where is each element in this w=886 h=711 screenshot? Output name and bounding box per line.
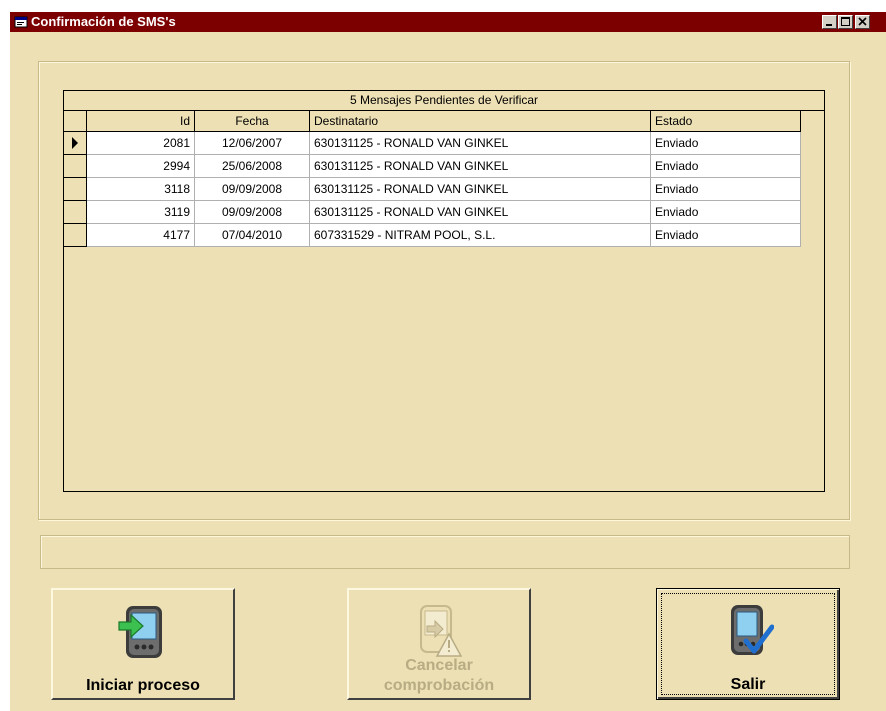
cell-id: 4177 bbox=[87, 224, 195, 247]
header-row-selector bbox=[64, 111, 87, 132]
grid-caption: 5 Mensajes Pendientes de Verificar bbox=[64, 91, 824, 111]
row-selector[interactable] bbox=[64, 224, 87, 247]
close-icon bbox=[858, 17, 867, 26]
maximize-button[interactable] bbox=[838, 15, 853, 29]
column-header-destinatario[interactable]: Destinatario bbox=[310, 111, 651, 132]
minimize-button[interactable] bbox=[822, 15, 837, 29]
cell-fecha: 09/09/2008 bbox=[195, 201, 310, 224]
row-pointer-icon bbox=[72, 137, 78, 149]
cell-destinatario: 607331529 - NITRAM POOL, S.L. bbox=[310, 224, 651, 247]
row-selector[interactable] bbox=[64, 155, 87, 178]
row-selector[interactable] bbox=[64, 201, 87, 224]
exit-button[interactable]: Salir bbox=[656, 588, 840, 700]
cell-id: 3119 bbox=[87, 201, 195, 224]
start-process-label: Iniciar proceso bbox=[86, 677, 200, 694]
title-bar[interactable]: Confirmación de SMS's bbox=[10, 12, 886, 32]
minimize-icon bbox=[826, 24, 832, 26]
table-row[interactable]: 3118 09/09/2008 630131125 - RONALD VAN G… bbox=[64, 178, 801, 201]
main-window: Confirmación de SMS's 5 Mensajes Pendien… bbox=[10, 12, 886, 711]
window-title: Confirmación de SMS's bbox=[31, 14, 176, 29]
cancel-check-label-line2: comprobación bbox=[383, 677, 495, 694]
cell-destinatario: 630131125 - RONALD VAN GINKEL bbox=[310, 178, 651, 201]
cell-estado: Enviado bbox=[651, 201, 801, 224]
cancel-check-label-line1: Cancelar bbox=[405, 657, 473, 674]
column-header-id[interactable]: Id bbox=[87, 111, 195, 132]
cell-estado: Enviado bbox=[651, 132, 801, 155]
cell-estado: Enviado bbox=[651, 224, 801, 247]
close-button[interactable] bbox=[855, 15, 870, 29]
start-process-button[interactable]: Iniciar proceso bbox=[51, 588, 235, 700]
cell-destinatario: 630131125 - RONALD VAN GINKEL bbox=[310, 201, 651, 224]
column-header-fecha[interactable]: Fecha bbox=[195, 111, 310, 132]
cell-estado: Enviado bbox=[651, 178, 801, 201]
cancel-check-button[interactable]: Cancelar comprobación bbox=[347, 588, 531, 700]
cell-fecha: 07/04/2010 bbox=[195, 224, 310, 247]
app-window-icon bbox=[14, 16, 28, 28]
cell-destinatario: 630131125 - RONALD VAN GINKEL bbox=[310, 132, 651, 155]
cell-fecha: 25/06/2008 bbox=[195, 155, 310, 178]
row-selector[interactable] bbox=[64, 178, 87, 201]
maximize-icon bbox=[841, 17, 850, 26]
table-row[interactable]: 2081 12/06/2007 630131125 - RONALD VAN G… bbox=[64, 132, 801, 155]
cell-destinatario: 630131125 - RONALD VAN GINKEL bbox=[310, 155, 651, 178]
cell-estado: Enviado bbox=[651, 155, 801, 178]
table-row[interactable]: 3119 09/09/2008 630131125 - RONALD VAN G… bbox=[64, 201, 801, 224]
cell-id: 2081 bbox=[87, 132, 195, 155]
row-selector[interactable] bbox=[64, 132, 87, 155]
cell-id: 2994 bbox=[87, 155, 195, 178]
pda-arrow-icon bbox=[118, 606, 162, 658]
pda-warning-icon bbox=[420, 605, 463, 657]
cell-id: 3118 bbox=[87, 178, 195, 201]
messages-grid[interactable]: 5 Mensajes Pendientes de Verificar Id Fe… bbox=[63, 90, 825, 492]
exit-label: Salir bbox=[730, 676, 766, 693]
cell-fecha: 09/09/2008 bbox=[195, 178, 310, 201]
pda-check-icon bbox=[731, 605, 774, 655]
grid-header: Id Fecha Destinatario Estado bbox=[64, 111, 824, 132]
table-row[interactable]: 2994 25/06/2008 630131125 - RONALD VAN G… bbox=[64, 155, 801, 178]
cell-fecha: 12/06/2007 bbox=[195, 132, 310, 155]
status-bar bbox=[40, 535, 850, 569]
column-header-estado[interactable]: Estado bbox=[651, 111, 801, 132]
table-row[interactable]: 4177 07/04/2010 607331529 - NITRAM POOL,… bbox=[64, 224, 801, 247]
